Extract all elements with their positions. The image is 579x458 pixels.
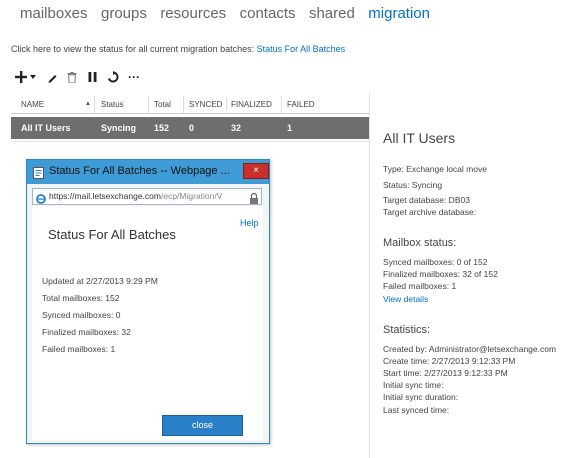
details-create-time: Create time: 2/27/2013 9:12:33 PM <box>383 356 516 366</box>
table-row[interactable]: All IT Users Syncing 152 0 32 1 <box>11 117 369 139</box>
close-icon[interactable]: × <box>243 163 269 179</box>
row-finalized: 32 <box>231 123 242 133</box>
details-target-database: Target database: DB03 <box>383 195 470 205</box>
nav-groups[interactable]: groups <box>101 5 147 22</box>
sort-ascending-icon[interactable]: ▲ <box>85 101 91 107</box>
statistics-heading: Statistics: <box>383 324 431 336</box>
nav-mailboxes[interactable]: mailboxes <box>20 5 88 22</box>
nav-contacts[interactable]: contacts <box>240 5 296 22</box>
more-icon[interactable]: ··· <box>126 68 142 86</box>
migration-info-line: Click here to view the status for all cu… <box>11 44 345 54</box>
address-bar[interactable]: https://mail.letsexchange.com/ecp/Migrat… <box>32 188 262 205</box>
details-initial-sync-duration: Initial sync duration: <box>383 392 459 402</box>
url-host: https://mail.letsexchange.com <box>49 191 161 201</box>
details-title: All IT Users <box>383 130 456 146</box>
column-header-synced[interactable]: SYNCED <box>189 100 222 109</box>
pause-icon[interactable] <box>86 68 98 86</box>
add-icon[interactable] <box>14 68 28 86</box>
popup-title: Status For All Batches -- Webpage ... <box>49 165 230 177</box>
migration-batches-table: NAME ▲ Status Total SYNCED FINALIZED FAI… <box>11 96 369 139</box>
row-total: 152 <box>154 123 170 133</box>
table-header: NAME ▲ Status Total SYNCED FINALIZED FAI… <box>11 96 369 114</box>
mailbox-status-heading: Mailbox status: <box>383 237 457 249</box>
view-details-link[interactable]: View details <box>383 294 428 304</box>
details-created-by: Created by: Administrator@letsexchange.c… <box>383 344 557 354</box>
popup-content: Help Status For All Batches Updated at 2… <box>32 206 263 440</box>
browser-icon <box>36 191 46 204</box>
popup-updated: Updated at 2/27/2013 9:29 PM <box>42 276 158 286</box>
dropdown-arrow-icon[interactable] <box>28 68 38 86</box>
column-header-failed[interactable]: FAILED <box>287 100 315 109</box>
details-type: Type: Exchange local move <box>383 164 487 174</box>
details-target-archive-database: Target archive database: <box>383 207 477 217</box>
status-all-batches-link[interactable]: Status For All Batches <box>257 44 346 54</box>
url-path: /ecp/Migration/V <box>160 191 223 201</box>
row-status: Syncing <box>101 123 137 133</box>
nav-shared[interactable]: shared <box>309 5 355 22</box>
column-header-total[interactable]: Total <box>154 100 171 109</box>
toolbar: ··· <box>14 68 142 86</box>
column-header-status[interactable]: Status <box>101 100 124 109</box>
status-popup-window: Status For All Batches -- Webpage ... × … <box>26 159 270 444</box>
edit-icon[interactable] <box>46 68 58 86</box>
info-text: Click here to view the status for all cu… <box>11 44 257 54</box>
popup-failed-mailboxes: Failed mailboxes: 1 <box>42 344 116 354</box>
address-url: https://mail.letsexchange.com/ecp/Migrat… <box>49 191 245 201</box>
details-finalized-mailboxes: Finalized mailboxes: 32 of 152 <box>383 269 498 279</box>
delete-icon[interactable] <box>66 68 78 86</box>
top-navigation: mailboxes groups resources contacts shar… <box>20 5 439 27</box>
help-link[interactable]: Help <box>240 218 259 228</box>
popup-total-mailboxes: Total mailboxes: 152 <box>42 293 120 303</box>
row-synced: 0 <box>189 123 195 133</box>
row-name: All IT Users <box>21 123 71 133</box>
popup-synced-mailboxes: Synced mailboxes: 0 <box>42 310 121 320</box>
popup-heading: Status For All Batches <box>48 227 176 242</box>
details-synced-mailboxes: Synced mailboxes: 0 of 152 <box>383 257 488 267</box>
details-last-synced-time: Last synced time: <box>383 405 450 415</box>
column-header-name[interactable]: NAME <box>21 100 44 109</box>
list-divider <box>11 141 369 142</box>
nav-migration[interactable]: migration <box>368 5 430 22</box>
column-header-finalized[interactable]: FINALIZED <box>231 100 272 109</box>
details-failed-mailboxes: Failed mailboxes: 1 <box>383 281 457 291</box>
nav-resources[interactable]: resources <box>160 5 226 22</box>
lock-icon <box>249 191 259 204</box>
page-icon <box>33 166 44 179</box>
popup-titlebar[interactable]: Status For All Batches -- Webpage ... × <box>27 160 269 184</box>
details-initial-sync-time: Initial sync time: <box>383 380 444 390</box>
row-failed: 1 <box>287 123 293 133</box>
popup-finalized-mailboxes: Finalized mailboxes: 32 <box>42 327 131 337</box>
details-status: Status: Syncing <box>383 180 443 190</box>
refresh-icon[interactable] <box>106 68 120 86</box>
close-button[interactable]: close <box>162 415 243 436</box>
pane-divider <box>369 92 370 458</box>
details-start-time: Start time: 2/27/2013 9:12:33 PM <box>383 368 508 378</box>
